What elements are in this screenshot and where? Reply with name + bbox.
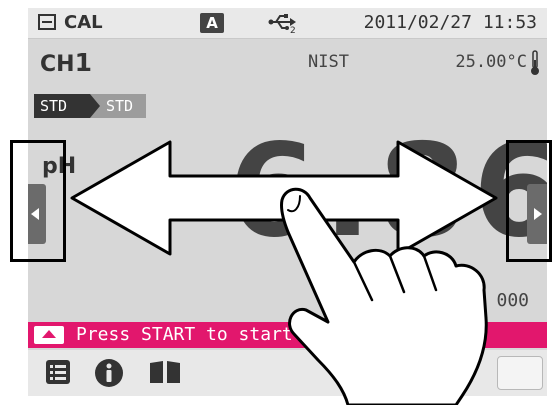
gesture-overlay	[70, 140, 498, 405]
